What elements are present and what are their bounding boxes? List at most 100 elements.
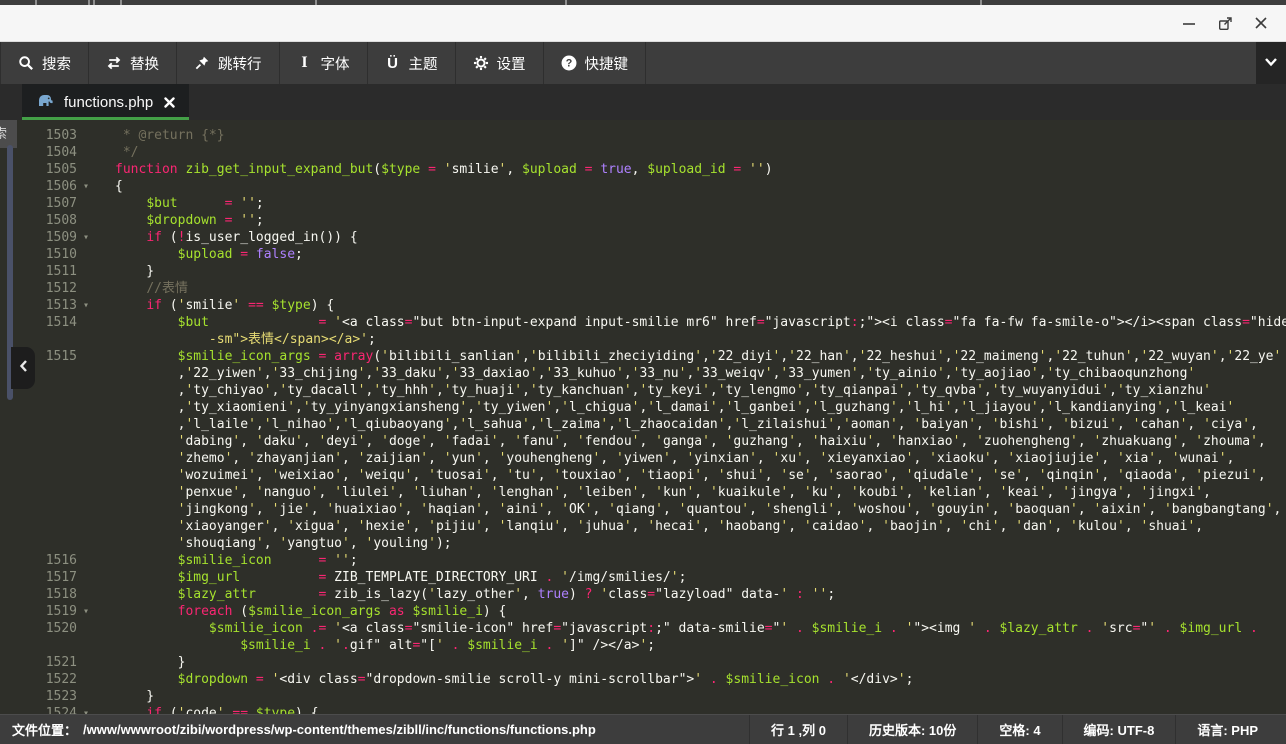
line-number[interactable]: 1518 <box>0 586 77 603</box>
code-row[interactable]: 1505function zib_get_input_expand_but($t… <box>0 161 1286 178</box>
code-text[interactable]: } <box>115 688 1286 705</box>
toolbar-overflow-button[interactable] <box>1256 42 1286 84</box>
theme-button[interactable]: Ü 主题 <box>368 42 456 84</box>
code-row[interactable]: 1507 $but = ''; <box>0 195 1286 212</box>
line-number[interactable]: 1522 <box>0 671 77 688</box>
code-row[interactable]: 1511 } <box>0 263 1286 280</box>
history-versions[interactable]: 历史版本: 10份 <box>847 715 977 744</box>
code-row[interactable]: 1520 $smilie_icon .= '<a class="smilie-i… <box>0 620 1286 637</box>
code-row-wrap[interactable]: 'jingkong', 'jie', 'huaixiao', 'haqian',… <box>0 501 1286 518</box>
line-number[interactable]: 1519 <box>0 603 77 620</box>
code-text[interactable]: $img_url = ZIB_TEMPLATE_DIRECTORY_URI . … <box>115 569 1286 586</box>
maximize-icon[interactable] <box>1212 10 1238 36</box>
language[interactable]: 语言: PHP <box>1175 715 1286 744</box>
code-text[interactable]: 'shouqiang', 'yangtuo', 'youling'); <box>115 535 1286 552</box>
code-row-wrap[interactable]: ,'ty_chiyao','ty_dacall','ty_hhh','ty_hu… <box>0 382 1286 399</box>
code-text[interactable]: function zib_get_input_expand_but($type … <box>115 161 1286 178</box>
line-number[interactable] <box>0 637 77 654</box>
code-text[interactable]: 'jingkong', 'jie', 'huaixiao', 'haqian',… <box>115 501 1286 518</box>
code-row[interactable]: 1508 $dropdown = ''; <box>0 212 1286 229</box>
line-number[interactable]: 1520 <box>0 620 77 637</box>
font-button[interactable]: I 字体 <box>280 42 368 84</box>
code-row[interactable]: 1513▾ if ('smilie' == $type) { <box>0 297 1286 314</box>
code-text[interactable]: $smilie_i . '.gif" alt="[' . $smilie_i .… <box>115 637 1286 654</box>
code-row[interactable]: 1522 $dropdown = '<div class="dropdown-s… <box>0 671 1286 688</box>
code-row[interactable]: 1518 $lazy_attr = zib_is_lazy('lazy_othe… <box>0 586 1286 603</box>
code-text[interactable]: $smilie_icon_args = array('bilibili_sanl… <box>115 348 1286 365</box>
code-text[interactable]: $but = ''; <box>115 195 1286 212</box>
code-row-wrap[interactable]: ,'22_yiwen','33_chijing','33_daku','33_d… <box>0 365 1286 382</box>
code-row-wrap[interactable]: 'xiaoyanger', 'xigua', 'hexie', 'pijiu',… <box>0 518 1286 535</box>
code-editor[interactable]: 1503 * @return {*}1504 */1505function zi… <box>0 120 1286 714</box>
code-text[interactable]: $smilie_icon = ''; <box>115 552 1286 569</box>
code-text[interactable]: $dropdown = '<div class="dropdown-smilie… <box>115 671 1286 688</box>
code-row-wrap[interactable]: 'penxue', 'nanguo', 'liulei', 'liuhan', … <box>0 484 1286 501</box>
code-text[interactable]: $smilie_icon .= '<a class="smilie-icon" … <box>115 620 1286 637</box>
code-row[interactable]: 1519▾ foreach ($smilie_icon_args as $smi… <box>0 603 1286 620</box>
fold-toggle-icon[interactable]: ▾ <box>77 297 115 314</box>
code-text[interactable]: * @return {*} <box>115 127 1286 144</box>
code-row[interactable]: 1504 */ <box>0 144 1286 161</box>
replace-button[interactable]: 替换 <box>89 42 177 84</box>
code-text[interactable]: -sm">表情</span></a>'; <box>115 331 1286 348</box>
line-number[interactable]: 1517 <box>0 569 77 586</box>
code-row[interactable]: 1523 } <box>0 688 1286 705</box>
code-row[interactable]: 1506▾{ <box>0 178 1286 195</box>
code-text[interactable]: ,'22_yiwen','33_chijing','33_daku','33_d… <box>115 365 1286 382</box>
line-number[interactable]: 1524 <box>0 705 77 714</box>
tab-close-icon[interactable] <box>164 97 175 108</box>
code-text[interactable]: if ('smilie' == $type) { <box>115 297 1286 314</box>
line-number[interactable]: 1516 <box>0 552 77 569</box>
minimize-icon[interactable] <box>1176 10 1202 36</box>
code-row[interactable]: 1514 $but = '<a class="but btn-input-exp… <box>0 314 1286 331</box>
left-panel-partial-tab[interactable]: 索 <box>0 120 17 148</box>
code-row[interactable]: 1517 $img_url = ZIB_TEMPLATE_DIRECTORY_U… <box>0 569 1286 586</box>
line-number[interactable] <box>0 450 77 467</box>
fold-toggle-icon[interactable]: ▾ <box>77 603 115 620</box>
code-text[interactable]: 'penxue', 'nanguo', 'liulei', 'liuhan', … <box>115 484 1286 501</box>
line-number[interactable] <box>0 518 77 535</box>
code-text[interactable]: $lazy_attr = zib_is_lazy('lazy_other', t… <box>115 586 1286 603</box>
line-number[interactable] <box>0 416 77 433</box>
code-text[interactable]: 'zhemo', 'zhayanjian', 'zaijian', 'yun',… <box>115 450 1286 467</box>
code-text[interactable]: $dropdown = ''; <box>115 212 1286 229</box>
encoding[interactable]: 编码: UTF-8 <box>1062 715 1176 744</box>
code-text[interactable]: ,'l_laile','l_nihao','l_qiubaoyang','l_s… <box>115 416 1286 433</box>
code-text[interactable]: foreach ($smilie_icon_args as $smilie_i)… <box>115 603 1286 620</box>
fold-toggle-icon[interactable]: ▾ <box>77 705 115 714</box>
goto-line-button[interactable]: 跳转行 <box>177 42 280 84</box>
fold-toggle-icon[interactable]: ▾ <box>77 229 115 246</box>
code-row-wrap[interactable]: $smilie_i . '.gif" alt="[' . $smilie_i .… <box>0 637 1286 654</box>
code-text[interactable]: if (!is_user_logged_in()) { <box>115 229 1286 246</box>
code-text[interactable]: } <box>115 263 1286 280</box>
settings-button[interactable]: 设置 <box>456 42 544 84</box>
code-text[interactable]: 'dabing', 'daku', 'deyi', 'doge', 'fadai… <box>115 433 1286 450</box>
code-row[interactable]: 1503 * @return {*} <box>0 127 1286 144</box>
line-number[interactable] <box>0 501 77 518</box>
code-row[interactable]: 1516 $smilie_icon = ''; <box>0 552 1286 569</box>
code-text[interactable]: $but = '<a class="but btn-input-expand i… <box>115 314 1286 331</box>
search-button[interactable]: 搜索 <box>0 42 89 84</box>
line-number[interactable] <box>0 535 77 552</box>
line-number[interactable]: 1521 <box>0 654 77 671</box>
tab-functions-php[interactable]: functions.php <box>22 84 189 120</box>
panel-collapse-handle[interactable] <box>11 347 35 389</box>
line-number[interactable] <box>0 433 77 450</box>
code-text[interactable]: ,'ty_xiaomieni','ty_yinyangxiansheng','t… <box>115 399 1286 416</box>
line-number[interactable]: 1523 <box>0 688 77 705</box>
code-row-wrap[interactable]: 'zhemo', 'zhayanjian', 'zaijian', 'yun',… <box>0 450 1286 467</box>
code-text[interactable]: ,'ty_chiyao','ty_dacall','ty_hhh','ty_hu… <box>115 382 1286 399</box>
code-row[interactable]: 1515 $smilie_icon_args = array('bilibili… <box>0 348 1286 365</box>
shortcuts-button[interactable]: ? 快捷键 <box>544 42 647 84</box>
code-text[interactable]: 'wozuimei', 'weixiao', 'weiqu', 'tuosai'… <box>115 467 1286 484</box>
code-row[interactable]: 1510 $upload = false; <box>0 246 1286 263</box>
code-row[interactable]: 1512 //表情 <box>0 280 1286 297</box>
code-text[interactable]: */ <box>115 144 1286 161</box>
code-row-wrap[interactable]: 'shouqiang', 'yangtuo', 'youling'); <box>0 535 1286 552</box>
line-number[interactable] <box>0 467 77 484</box>
code-text[interactable]: { <box>115 178 1286 195</box>
code-row[interactable]: 1524▾ if ('code' == $type) { <box>0 705 1286 714</box>
code-text[interactable]: //表情 <box>115 280 1286 297</box>
fold-toggle-icon[interactable]: ▾ <box>77 178 115 195</box>
code-text[interactable]: $upload = false; <box>115 246 1286 263</box>
